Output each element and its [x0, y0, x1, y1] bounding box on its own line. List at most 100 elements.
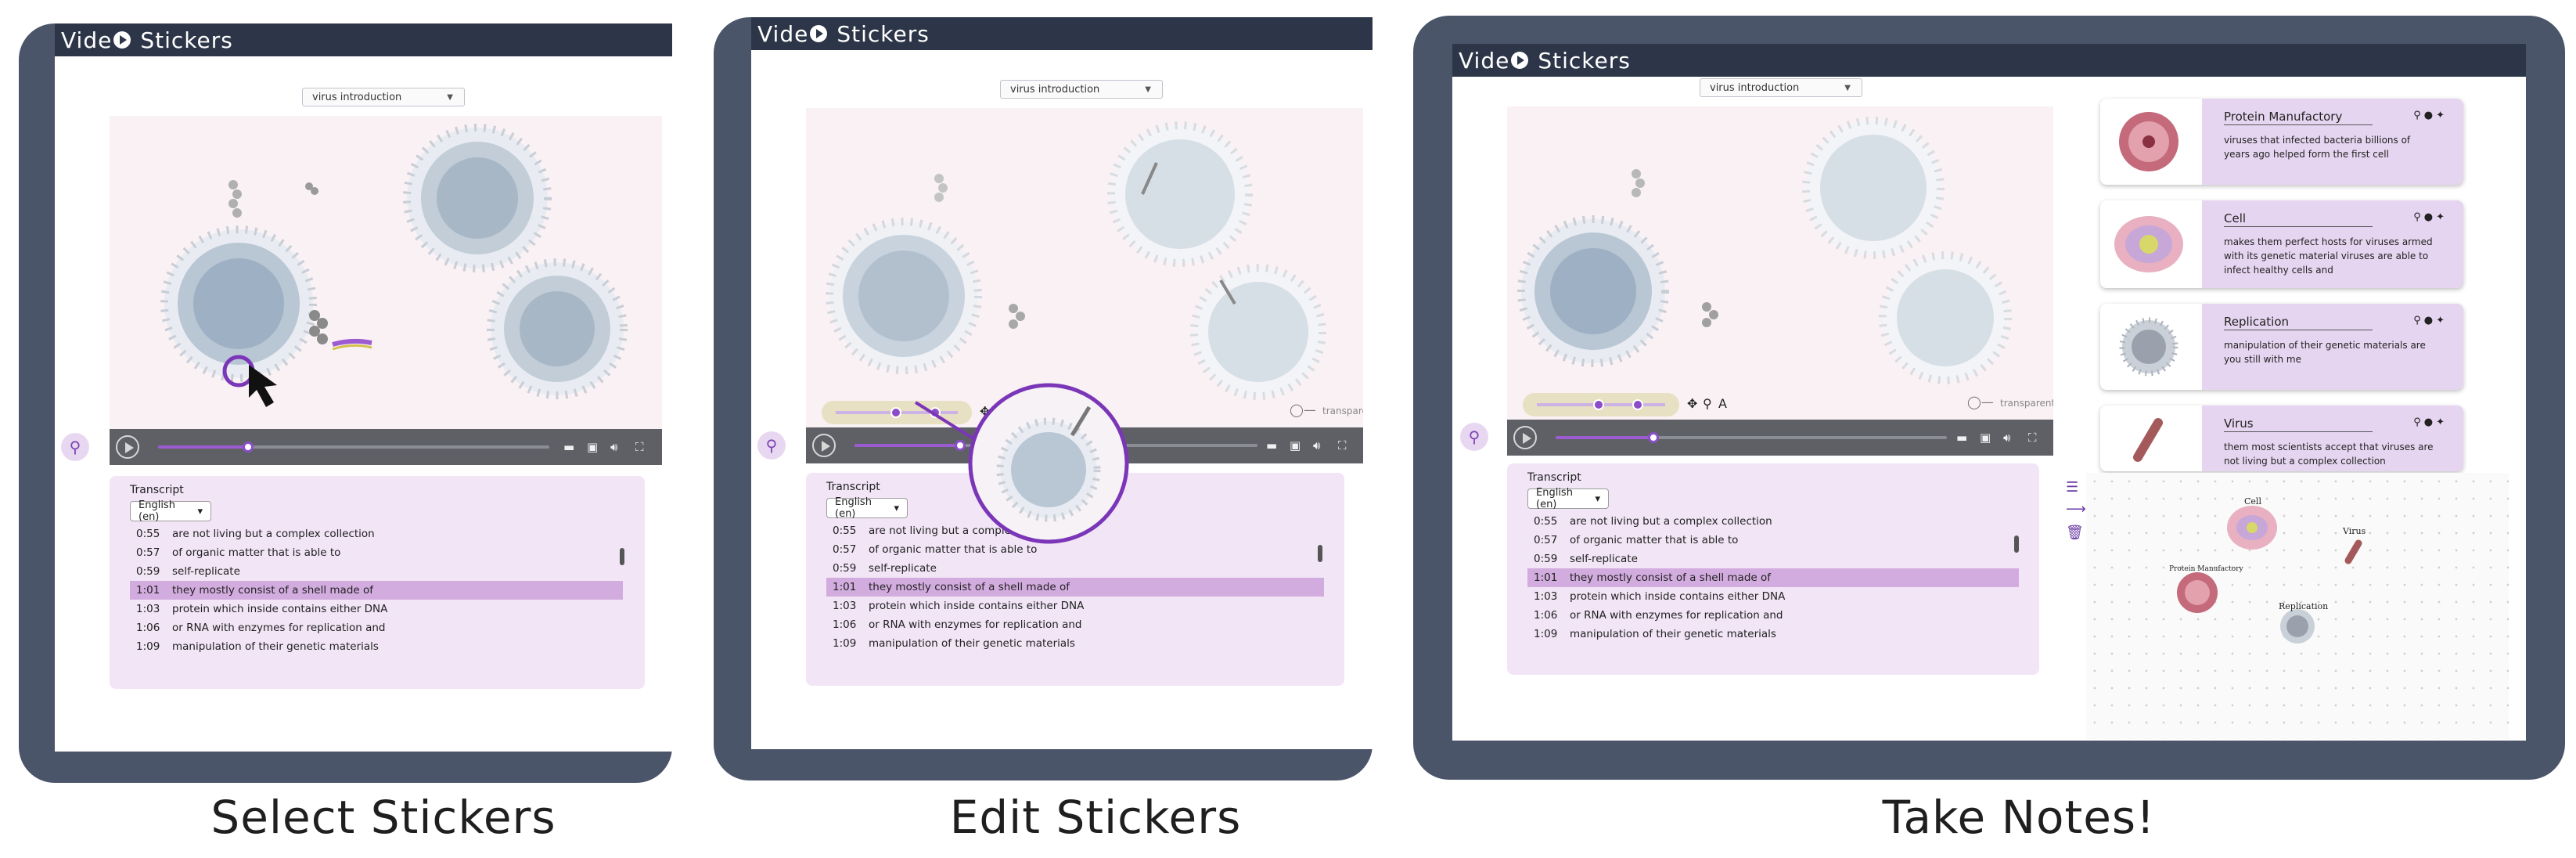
card-note-text[interactable]: makes them perfect hosts for viruses arm… — [2224, 235, 2435, 277]
move-icon[interactable]: ✥ — [1687, 396, 1697, 411]
transcript-row-active[interactable]: 1:01 they mostly consist of a shell made … — [826, 578, 1324, 597]
transcript-scrollbar[interactable] — [2014, 535, 2019, 553]
sticker-pin-button[interactable]: ⚲ — [1460, 423, 1488, 451]
language-select[interactable]: English (en) ▾ — [130, 499, 211, 523]
video-frame[interactable] — [110, 116, 662, 429]
play-button[interactable] — [116, 435, 139, 459]
link-arrow-icon[interactable]: ⟶ — [2066, 501, 2086, 517]
play-logo-icon — [1511, 52, 1529, 69]
card-note-text[interactable]: them most scientists accept that viruses… — [2224, 440, 2435, 468]
transcript-scrollbar[interactable] — [620, 548, 624, 565]
picture-in-picture-icon[interactable]: ▣ — [1980, 431, 1991, 444]
transcript-row[interactable]: 1:09 manipulation of their genetic materi… — [826, 634, 1324, 653]
transcript-row[interactable]: 1:09 manipulation of their genetic materi… — [1527, 625, 2019, 644]
row-time: 1:03 — [136, 603, 160, 615]
transparency-toggle-icon[interactable]: ◯— — [1290, 402, 1316, 417]
card-title[interactable]: Replication — [2224, 315, 2373, 330]
trash-icon[interactable]: 🗑︎ — [2066, 525, 2084, 541]
notes-map-canvas[interactable]: Cell Virus Protein Manufactory Replicati… — [2086, 473, 2509, 739]
sticker-pin-button[interactable]: ⚲ — [61, 433, 89, 461]
transcript-row[interactable]: 1:03 protein which inside contains either… — [130, 600, 623, 618]
row-text: they mostly consist of a shell made of — [1570, 571, 1772, 584]
transcript-row[interactable]: 1:09 manipulation of their genetic materi… — [130, 637, 623, 656]
picture-in-picture-icon[interactable]: ▣ — [1290, 439, 1301, 452]
list-view-icon[interactable]: ☰ — [2066, 479, 2078, 496]
progress-fill — [158, 445, 248, 449]
fullscreen-icon[interactable]: ⛶ — [1338, 439, 1347, 452]
fullscreen-icon[interactable]: ⛶ — [635, 441, 644, 453]
transcript-row[interactable]: 0:59 self-replicate — [1527, 550, 2019, 568]
text-tool-icon[interactable]: A — [1718, 396, 1727, 411]
video-frame[interactable]: ✥ ⚲ A ◯— transparent — [1507, 106, 2053, 420]
transcript-row[interactable]: 0:59 self-replicate — [130, 562, 623, 581]
transcript-row[interactable]: 1:03 protein which inside contains either… — [1527, 587, 2019, 606]
card-title[interactable]: Cell — [2224, 211, 2373, 227]
transcript-row-active[interactable]: 1:01 they mostly consist of a shell made … — [130, 581, 623, 600]
language-select[interactable]: English (en) ▾ — [826, 496, 908, 520]
transcript-row[interactable]: 0:57 of organic matter that is able to — [130, 543, 623, 562]
transparency-toggle-icon[interactable]: ◯— — [1967, 395, 1994, 409]
transcript-row[interactable]: 1:06 or RNA with enzymes for replication … — [826, 615, 1324, 634]
transcript-row[interactable]: 0:57 of organic matter that is able to — [1527, 531, 2019, 550]
progress-knob[interactable] — [1648, 432, 1659, 443]
sticker-edit-magnifier[interactable] — [962, 377, 1135, 550]
row-text: are not living but a complex collection — [172, 528, 375, 540]
transcript-row-active[interactable]: 1:01 they mostly consist of a shell made … — [1527, 568, 2019, 587]
video-select-dropdown[interactable]: virus introduction ▼ — [1700, 78, 1862, 97]
sticker-range-end[interactable] — [1632, 399, 1643, 410]
sticker-timeline-slider[interactable] — [1523, 393, 1679, 416]
card-actions[interactable]: ⚲●✦ — [2413, 211, 2448, 223]
note-card[interactable]: Virus ⚲●✦ them most scientists accept th… — [2100, 406, 2463, 471]
note-card[interactable]: Cell ⚲●✦ makes them perfect hosts for vi… — [2100, 200, 2463, 288]
card-title[interactable]: Virus — [2224, 416, 2373, 432]
transcript-row[interactable]: 1:06 or RNA with enzymes for replication … — [1527, 606, 2019, 625]
play-logo-icon — [113, 31, 131, 49]
card-note-text[interactable]: manipulation of their genetic materials … — [2224, 338, 2435, 366]
transcript-title: Transcript — [1527, 471, 1581, 484]
card-actions[interactable]: ⚲●✦ — [2413, 315, 2448, 326]
transcript-row[interactable]: 0:59 self-replicate — [826, 559, 1324, 578]
progress-knob[interactable] — [243, 442, 254, 452]
sticker-range-start[interactable] — [890, 407, 901, 418]
transcript-row[interactable]: 1:03 protein which inside contains either… — [826, 597, 1324, 615]
transcript-row[interactable]: 0:55 are not living but a complex collect… — [130, 525, 623, 543]
map-label-virus[interactable]: Virus — [2343, 526, 2366, 536]
row-text: protein which inside contains either DNA — [172, 603, 388, 615]
fullscreen-icon[interactable]: ⛶ — [2028, 431, 2037, 444]
row-time: 1:01 — [1534, 571, 1558, 584]
video-select-value: virus introduction — [312, 91, 402, 103]
transcript-row[interactable]: 1:06 or RNA with enzymes for replication … — [130, 618, 623, 637]
sticker-timeline-slider[interactable] — [822, 401, 972, 424]
card-actions[interactable]: ⚲●✦ — [2413, 110, 2448, 121]
note-card[interactable]: Replication ⚲●✦ manipulation of their ge… — [2100, 304, 2463, 390]
captions-icon[interactable]: ▬ — [1956, 431, 1967, 444]
sticker-pin-button[interactable]: ⚲ — [757, 431, 786, 460]
row-time: 1:01 — [136, 584, 160, 597]
transcript-title: Transcript — [130, 484, 184, 496]
picture-in-picture-icon[interactable]: ▣ — [587, 441, 598, 453]
card-title[interactable]: Protein Manufactory — [2224, 110, 2373, 125]
card-note-text[interactable]: viruses that infected bacteria billions … — [2224, 133, 2435, 161]
play-button[interactable] — [1513, 426, 1537, 449]
video-select-dropdown[interactable]: virus introduction ▼ — [1000, 80, 1163, 99]
sticker-range-start[interactable] — [1593, 399, 1604, 410]
volume-icon[interactable]: 🔊︎ — [610, 441, 617, 453]
map-label-protein-manufactory[interactable]: Protein Manufactory — [2169, 565, 2243, 573]
video-select-dropdown[interactable]: virus introduction ▼ — [302, 88, 465, 106]
transcript-row[interactable]: 0:55 are not living but a complex collect… — [1527, 512, 2019, 531]
volume-icon[interactable]: 🔊︎ — [1313, 439, 1320, 452]
video-select-value: virus introduction — [1710, 81, 1800, 94]
progress-track[interactable] — [1556, 436, 1947, 439]
map-label-replication[interactable]: Replication — [2279, 601, 2328, 611]
note-card[interactable]: Protein Manufactory ⚲●✦ viruses that inf… — [2100, 99, 2463, 185]
language-select[interactable]: English (en) ▾ — [1527, 487, 1609, 510]
progress-track[interactable] — [158, 445, 549, 449]
captions-icon[interactable]: ▬ — [563, 441, 574, 453]
transcript-scrollbar[interactable] — [1318, 545, 1322, 562]
card-actions[interactable]: ⚲●✦ — [2413, 416, 2448, 428]
map-label-cell[interactable]: Cell — [2244, 496, 2261, 507]
captions-icon[interactable]: ▬ — [1266, 439, 1277, 452]
volume-icon[interactable]: 🔊︎ — [2003, 431, 2010, 444]
play-button[interactable] — [812, 434, 836, 457]
location-icon[interactable]: ⚲ — [1703, 396, 1712, 411]
